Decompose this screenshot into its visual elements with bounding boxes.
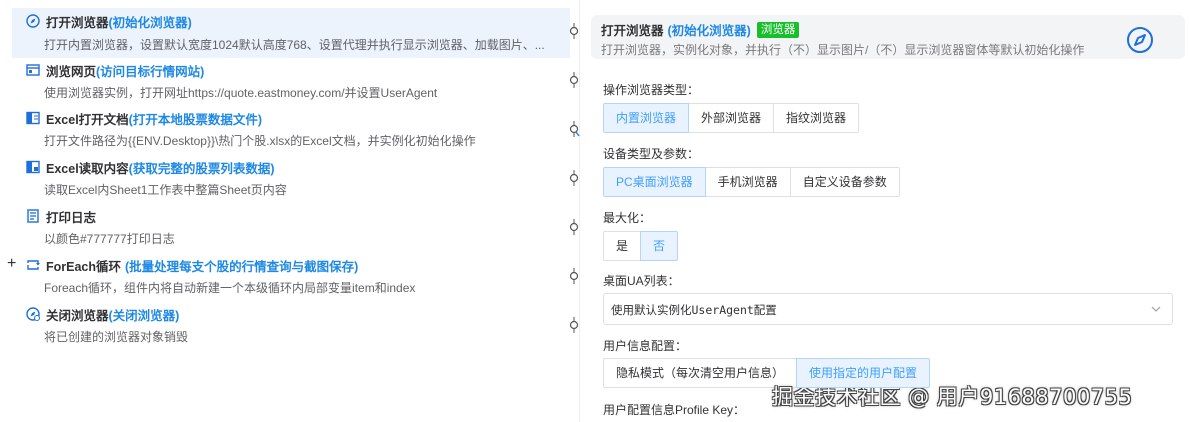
device-type-group: PC桌面浏览器 手机浏览器 自定义设备参数 <box>603 167 900 197</box>
panel-desc: 打开浏览器，实例化对象，并执行（不）显示图片/（不）显示浏览器窗体等默认初始化操… <box>601 43 1085 57</box>
step-title: 浏览网页 <box>46 64 97 79</box>
maximize-group: 是 否 <box>603 231 679 261</box>
connector-handle[interactable] <box>568 317 580 333</box>
option-fingerprint-browser[interactable]: 指纹浏览器 <box>773 103 860 133</box>
step-desc: 以颜色#777777打印日志 <box>44 232 175 246</box>
step-note: (初始化浏览器) <box>108 15 192 30</box>
step-desc: 打开内置浏览器，设置默认宽度1024默认高度768、设置代理并执行显示浏览器、加… <box>44 38 545 52</box>
option-maximize-no[interactable]: 否 <box>640 231 679 261</box>
ua-label: 桌面UA列表： <box>603 274 680 288</box>
connector-handle[interactable] <box>568 268 580 284</box>
browser-type-label: 操作浏览器类型： <box>603 83 700 97</box>
log-icon <box>26 209 40 223</box>
step-title: Excel读取内容 <box>46 161 129 176</box>
step-title: Excel打开文档 <box>46 112 129 127</box>
step-desc: 打开文件路径为{{ENV.Desktop}}\热门个股.xlsx的Excel文档… <box>44 134 476 148</box>
category-badge: 浏览器 <box>756 21 800 38</box>
option-mobile-browser[interactable]: 手机浏览器 <box>704 167 791 197</box>
user-info-label: 用户信息配置： <box>603 339 688 353</box>
option-maximize-yes[interactable]: 是 <box>603 231 642 261</box>
chevron-down-icon <box>1151 306 1161 312</box>
connector-handle[interactable] <box>568 219 580 235</box>
device-label: 设备类型及参数： <box>603 147 700 161</box>
compass-icon <box>26 14 40 28</box>
option-external-browser[interactable]: 外部浏览器 <box>688 103 775 133</box>
step-desc: 读取Excel内Sheet1工作表中整篇Sheet页内容 <box>44 183 287 197</box>
loop-icon <box>26 258 40 272</box>
expand-icon[interactable]: + <box>7 256 16 272</box>
step-note: (访问目标行情网站) <box>96 64 205 79</box>
step-note: (获取完整的股票列表数据) <box>128 161 275 176</box>
panel-header: 打开浏览器 (初始化浏览器) 浏览器 打开浏览器，实例化对象，并执行（不）显示图… <box>591 15 1185 59</box>
step-title: 打印日志 <box>46 210 97 225</box>
connector-handle[interactable] <box>568 121 580 137</box>
step-desc: 使用浏览器实例，打开网址https://quote.eastmoney.com/… <box>44 86 438 100</box>
panel-note: (初始化浏览器) <box>667 24 751 38</box>
excel-read-icon <box>26 160 40 174</box>
connector-handle[interactable] <box>568 72 580 88</box>
step-desc: Foreach循环，组件内将自动新建一个本级循环内局部变量item和index <box>44 281 416 295</box>
browser-type-group: 内置浏览器 外部浏览器 指纹浏览器 <box>603 103 860 133</box>
compass-close-icon <box>26 307 40 321</box>
profile-key-label: 用户配置信息Profile Key： <box>603 403 746 417</box>
option-builtin-browser[interactable]: 内置浏览器 <box>603 103 690 133</box>
step-note: (批量处理每支个股的行情查询与截图保存) <box>125 259 359 274</box>
step-open-browser[interactable]: 打开浏览器 (初始化浏览器) 打开内置浏览器，设置默认宽度1024默认高度768… <box>12 8 570 58</box>
user-info-group: 隐私模式（每次清空用户信息） 使用指定的用户配置 <box>603 358 931 388</box>
option-pc-browser[interactable]: PC桌面浏览器 <box>603 167 706 197</box>
panel-title: 打开浏览器 <box>601 24 664 38</box>
step-note: (打开本地股票数据文件) <box>128 112 262 127</box>
connector-handle[interactable] <box>568 170 580 186</box>
workflow-list: 打开浏览器 (初始化浏览器) 打开内置浏览器，设置默认宽度1024默认高度768… <box>0 0 580 422</box>
option-specified-profile[interactable]: 使用指定的用户配置 <box>796 358 931 388</box>
maximize-label: 最大化： <box>603 211 652 225</box>
step-note: (关闭浏览器) <box>108 308 180 323</box>
step-desc: 将已创建的浏览器对象销毁 <box>44 330 189 344</box>
browser-window-icon <box>26 63 40 77</box>
ua-select[interactable]: 使用默认实例化UserAgent配置 <box>603 293 1173 325</box>
step-title: ForEach循环 <box>46 259 122 274</box>
compass-icon <box>1127 27 1153 53</box>
settings-panel: 打开浏览器 (初始化浏览器) 浏览器 打开浏览器，实例化对象，并执行（不）显示图… <box>591 0 1189 422</box>
excel-open-icon <box>26 111 40 125</box>
step-title: 打开浏览器 <box>46 15 109 30</box>
ua-select-value: 使用默认实例化UserAgent配置 <box>611 303 777 317</box>
option-custom-device[interactable]: 自定义设备参数 <box>789 167 900 197</box>
step-title: 关闭浏览器 <box>46 308 109 323</box>
connector-handle[interactable] <box>568 23 580 39</box>
option-private-mode[interactable]: 隐私模式（每次清空用户信息） <box>603 358 798 388</box>
